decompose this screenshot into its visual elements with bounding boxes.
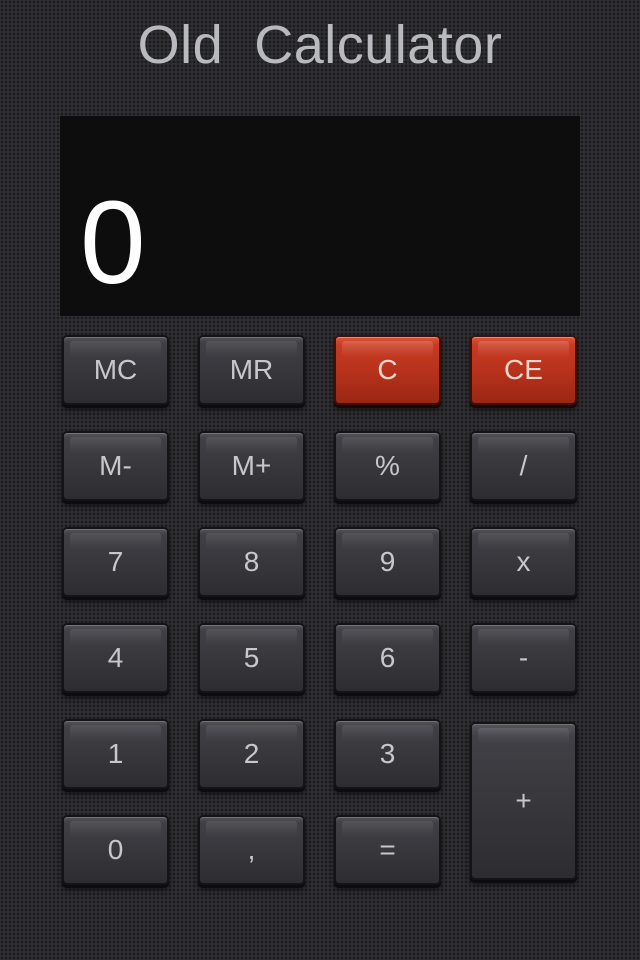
plus-button[interactable]: + xyxy=(470,722,577,880)
memory-clear-button[interactable]: MC xyxy=(62,335,169,405)
memory-clear-label: MC xyxy=(93,354,138,385)
digit-3-label: 3 xyxy=(379,738,396,769)
clear-entry-button[interactable]: CE xyxy=(470,335,577,405)
digit-7-button[interactable]: 7 xyxy=(62,527,169,597)
digit-5-label: 5 xyxy=(243,642,260,673)
digit-8-button[interactable]: 8 xyxy=(198,527,305,597)
digit-2-label: 2 xyxy=(243,738,260,769)
percent-button[interactable]: % xyxy=(334,431,441,501)
percent-label: % xyxy=(375,450,400,481)
digit-9-label: 9 xyxy=(379,546,396,577)
digit-9-button[interactable]: 9 xyxy=(334,527,441,597)
minus-label: - xyxy=(518,642,529,673)
digit-5-button[interactable]: 5 xyxy=(198,623,305,693)
memory-plus-label: M+ xyxy=(231,450,272,481)
digit-0-label: 0 xyxy=(107,834,124,865)
equals-label: = xyxy=(379,834,396,865)
plus-label: + xyxy=(515,785,532,816)
memory-recall-label: MR xyxy=(229,354,274,385)
display-value: 0 xyxy=(80,177,146,309)
divide-label: / xyxy=(519,450,528,481)
digit-6-label: 6 xyxy=(379,642,396,673)
memory-minus-label: M- xyxy=(99,450,132,481)
memory-plus-button[interactable]: M+ xyxy=(198,431,305,501)
digit-2-button[interactable]: 2 xyxy=(198,719,305,789)
equals-button[interactable]: = xyxy=(334,815,441,885)
multiply-button[interactable]: x xyxy=(470,527,577,597)
digit-4-button[interactable]: 4 xyxy=(62,623,169,693)
clear-button[interactable]: C xyxy=(334,335,441,405)
digit-4-label: 4 xyxy=(107,642,124,673)
app-title: Old Calculator xyxy=(137,15,503,75)
clear-label: C xyxy=(377,354,398,385)
memory-minus-button[interactable]: M- xyxy=(62,431,169,501)
decimal-label: , xyxy=(247,834,256,865)
memory-recall-button[interactable]: MR xyxy=(198,335,305,405)
divide-button[interactable]: / xyxy=(470,431,577,501)
digit-1-button[interactable]: 1 xyxy=(62,719,169,789)
digit-6-button[interactable]: 6 xyxy=(334,623,441,693)
clear-entry-label: CE xyxy=(504,354,543,385)
digit-8-label: 8 xyxy=(243,546,260,577)
digit-1-label: 1 xyxy=(107,738,124,769)
digit-3-button[interactable]: 3 xyxy=(334,719,441,789)
digit-0-button[interactable]: 0 xyxy=(62,815,169,885)
minus-button[interactable]: - xyxy=(470,623,577,693)
multiply-label: x xyxy=(516,546,531,577)
decimal-button[interactable]: , xyxy=(198,815,305,885)
digit-7-label: 7 xyxy=(107,546,124,577)
